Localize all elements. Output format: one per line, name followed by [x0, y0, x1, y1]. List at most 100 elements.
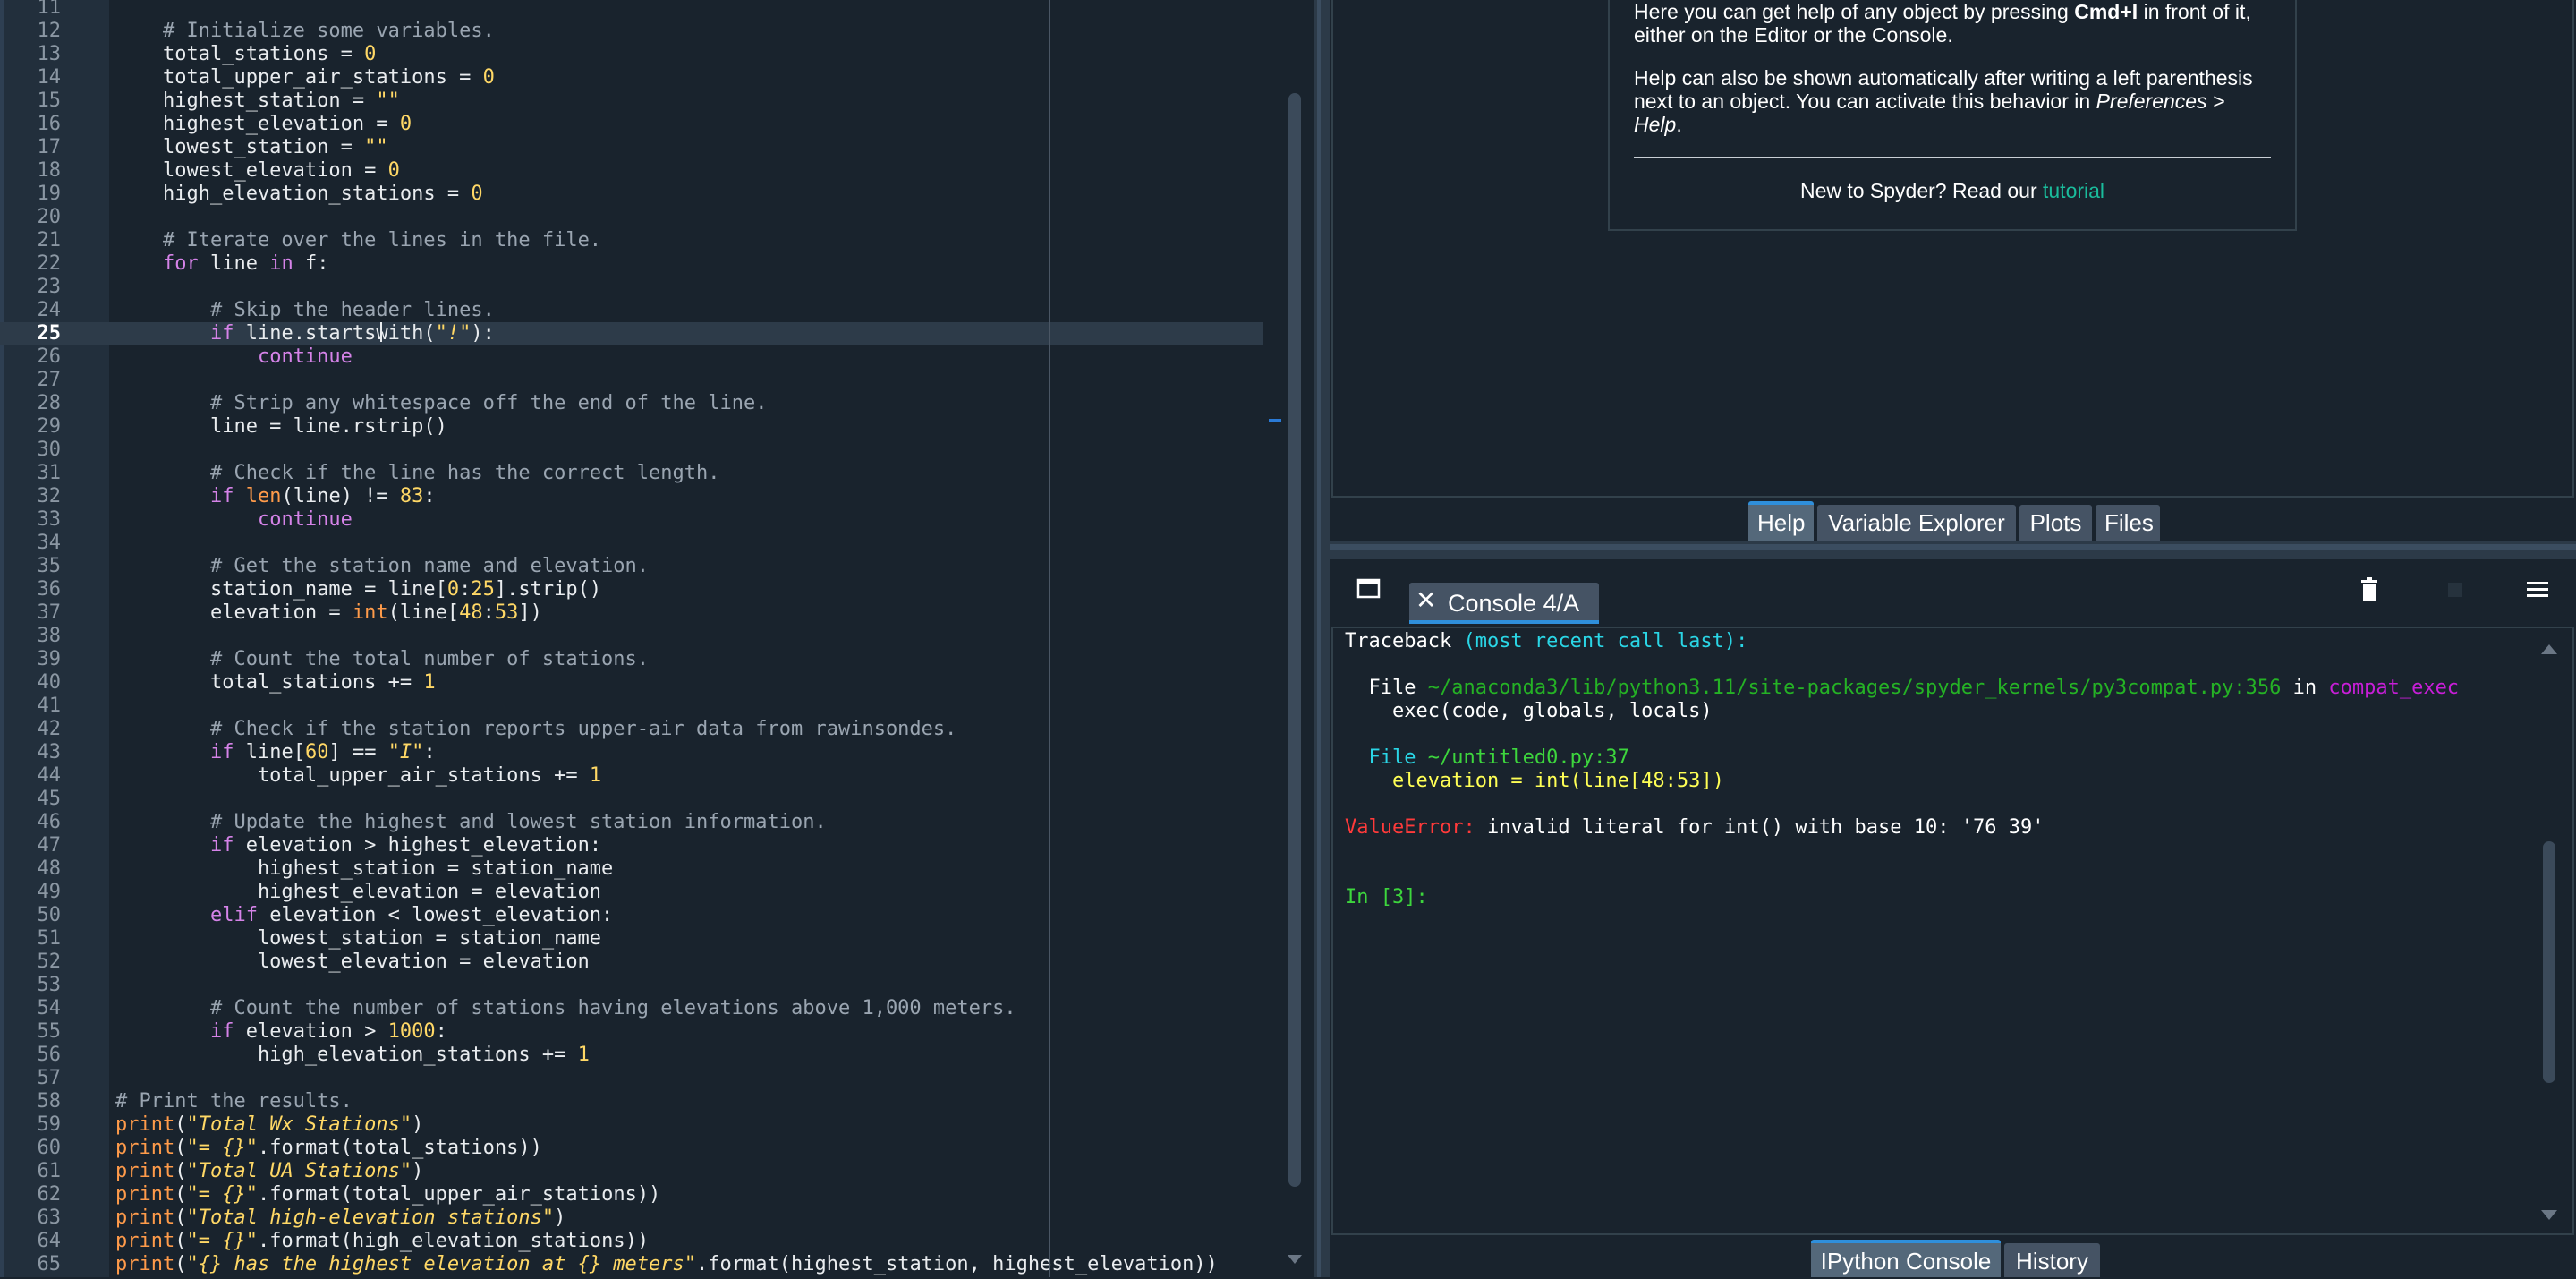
code-line[interactable]: 36 station_name = line[0:25].strip() — [0, 578, 1263, 601]
tab-history[interactable]: History — [2004, 1243, 2100, 1277]
line-number: 19 — [37, 183, 62, 205]
vertical-splitter-handle[interactable] — [1317, 0, 1321, 1277]
code-token: lowest_station = — [115, 136, 365, 158]
code-line[interactable]: 21 # Iterate over the lines in the file. — [0, 229, 1263, 252]
code-line[interactable]: 48 highest_station = station_name — [0, 857, 1263, 881]
console-prompt[interactable]: In [3]: — [1345, 886, 1428, 909]
traceback-header: Traceback (most recent call last): — [1345, 630, 1747, 653]
hamburger-menu-icon[interactable] — [2526, 580, 2549, 600]
code-editor[interactable]: 11 12 # Initialize some variables. 13 tota… — [0, 0, 1314, 1277]
code-token: if — [209, 322, 234, 345]
code-line[interactable]: 50 elif elevation < lowest_elevation: — [0, 904, 1263, 927]
code-line[interactable]: 46 # Update the highest and lowest stati… — [0, 811, 1263, 834]
vertical-splitter[interactable] — [1314, 0, 1330, 1277]
tab-variable-explorer[interactable]: Variable Explorer — [1817, 505, 2016, 541]
frame-in: in — [2281, 677, 2329, 699]
code-line[interactable]: 22 for line in f: — [0, 252, 1263, 276]
code-line[interactable]: 39 # Count the total number of stations. — [0, 648, 1263, 671]
horizontal-splitter-handle[interactable] — [1330, 544, 2576, 550]
code-line[interactable]: 58 # Print the results. — [0, 1090, 1263, 1113]
code-line[interactable]: 34 — [0, 532, 1263, 555]
code-line[interactable]: 35 # Get the station name and elevation. — [0, 555, 1263, 578]
code-token: ]) — [518, 601, 542, 624]
frame-function: compat_exec — [2328, 677, 2460, 699]
code-line[interactable]: 63 print("Total high-elevation stations") — [0, 1207, 1263, 1230]
code-line[interactable]: 33 continue — [0, 508, 1263, 532]
code-text: if elevation > highest_elevation: — [115, 834, 601, 857]
code-text: # Check if the line has the correct leng… — [115, 462, 720, 485]
code-line[interactable]: 31 # Check if the line has the correct l… — [0, 462, 1263, 485]
code-line[interactable]: 40 total_stations += 1 — [0, 671, 1263, 695]
trash-icon[interactable] — [2359, 577, 2380, 602]
code-line[interactable]: 24 # Skip the header lines. — [0, 299, 1263, 322]
tab-files[interactable]: Files — [2096, 505, 2160, 541]
code-line[interactable]: 47 if elevation > highest_elevation: — [0, 834, 1263, 857]
code-line[interactable]: 65 print("{} has the highest elevation at… — [0, 1253, 1263, 1276]
code-line[interactable]: 55 if elevation > 1000: — [0, 1020, 1263, 1044]
frame-path[interactable]: ~/untitled0.py:37 — [1428, 746, 1629, 769]
tutorial-link[interactable]: tutorial — [2043, 179, 2104, 202]
code-line[interactable]: 53 — [0, 974, 1263, 997]
tab-plots[interactable]: Plots — [2019, 505, 2092, 541]
window-icon[interactable] — [1356, 577, 1382, 601]
code-line[interactable]: 44 total_upper_air_stations += 1 — [0, 764, 1263, 788]
code-token: line.startswith( — [234, 322, 436, 345]
code-line[interactable]: 41 — [0, 695, 1263, 718]
editor-scroll-down-arrow-icon[interactable] — [1288, 1255, 1302, 1264]
code-line[interactable]: 25 if line.startswith("!"): — [0, 322, 1263, 345]
code-text: # Count the total number of stations. — [115, 648, 649, 671]
help-text: Here you can get help of any object by p… — [1634, 0, 2075, 23]
code-line[interactable]: 30 — [0, 439, 1263, 462]
code-token: 1000 — [387, 1020, 436, 1043]
code-line[interactable]: 54 # Count the number of stations having… — [0, 997, 1263, 1020]
code-line[interactable]: 37 elevation = int(line[48:53]) — [0, 601, 1263, 625]
code-line[interactable]: 13 total_stations = 0 — [0, 43, 1263, 66]
code-line[interactable]: 64 print("= {}".format(high_elevation_sta… — [0, 1230, 1263, 1253]
close-icon[interactable]: ✕ — [1416, 584, 1436, 617]
code-line[interactable]: 29 line = line.rstrip() — [0, 415, 1263, 439]
code-line[interactable]: 49 highest_elevation = elevation — [0, 881, 1263, 904]
help-footer: New to Spyder? Read our tutorial — [1608, 179, 2297, 203]
stop-icon[interactable] — [2445, 580, 2465, 600]
code-line[interactable]: 15 highest_station = "" — [0, 90, 1263, 113]
code-line[interactable]: 56 high_elevation_stations += 1 — [0, 1044, 1263, 1067]
code-line[interactable]: 17 lowest_station = "" — [0, 136, 1263, 159]
code-line[interactable]: 61 print("Total UA Stations") — [0, 1160, 1263, 1183]
code-token: lowest_elevation = elevation — [115, 951, 590, 973]
code-line[interactable]: 12 # Initialize some variables. — [0, 20, 1263, 43]
code-line[interactable]: 16 highest_elevation = 0 — [0, 113, 1263, 136]
text-cursor — [380, 322, 382, 342]
code-line[interactable]: 32 if len(line) != 83: — [0, 485, 1263, 508]
code-line[interactable]: 23 — [0, 276, 1263, 299]
code-line[interactable]: 38 — [0, 625, 1263, 648]
code-line[interactable]: 42 # Check if the station reports upper-… — [0, 718, 1263, 741]
code-line[interactable]: 60 print("= {}".format(total_stations)) — [0, 1137, 1263, 1160]
code-area[interactable]: 11 12 # Initialize some variables. 13 tota… — [0, 0, 1263, 1277]
console-scroll-down-arrow-icon[interactable] — [2541, 1210, 2557, 1220]
code-line[interactable]: 59 print("Total Wx Stations") — [0, 1113, 1263, 1137]
code-line[interactable]: 43 if line[60] == "I": — [0, 741, 1263, 764]
tab-help[interactable]: Help — [1748, 501, 1814, 541]
code-line[interactable]: 57 — [0, 1067, 1263, 1090]
code-line[interactable]: 19 high_elevation_stations = 0 — [0, 183, 1263, 206]
code-line[interactable]: 51 lowest_station = station_name — [0, 927, 1263, 951]
code-line[interactable]: 14 total_upper_air_stations = 0 — [0, 66, 1263, 90]
code-line[interactable]: 45 — [0, 788, 1263, 811]
console-scroll-up-arrow-icon[interactable] — [2541, 644, 2557, 654]
code-token: # Print the results. — [115, 1090, 353, 1113]
code-line[interactable]: 62 print("= {}".format(total_upper_air_st… — [0, 1183, 1263, 1207]
code-line[interactable]: 52 lowest_elevation = elevation — [0, 951, 1263, 974]
tab-ipython-console[interactable]: IPython Console — [1811, 1240, 2001, 1277]
editor-scrollbar-thumb[interactable] — [1288, 93, 1301, 1187]
code-line[interactable]: 26 continue — [0, 345, 1263, 369]
code-token: total_stations = — [115, 43, 365, 65]
frame-path[interactable]: ~/anaconda3/lib/python3.11/site-packages… — [1428, 677, 2282, 699]
console-scrollbar-thumb[interactable] — [2543, 841, 2555, 1083]
error-line: ValueError: invalid literal for int() wi… — [1345, 816, 2044, 840]
code-line[interactable]: 20 — [0, 206, 1263, 229]
code-line[interactable]: 27 — [0, 369, 1263, 392]
code-line[interactable]: 28 # Strip any whitespace off the end of… — [0, 392, 1263, 415]
code-line[interactable]: 11 — [0, 0, 1263, 20]
code-line[interactable]: 18 lowest_elevation = 0 — [0, 159, 1263, 183]
